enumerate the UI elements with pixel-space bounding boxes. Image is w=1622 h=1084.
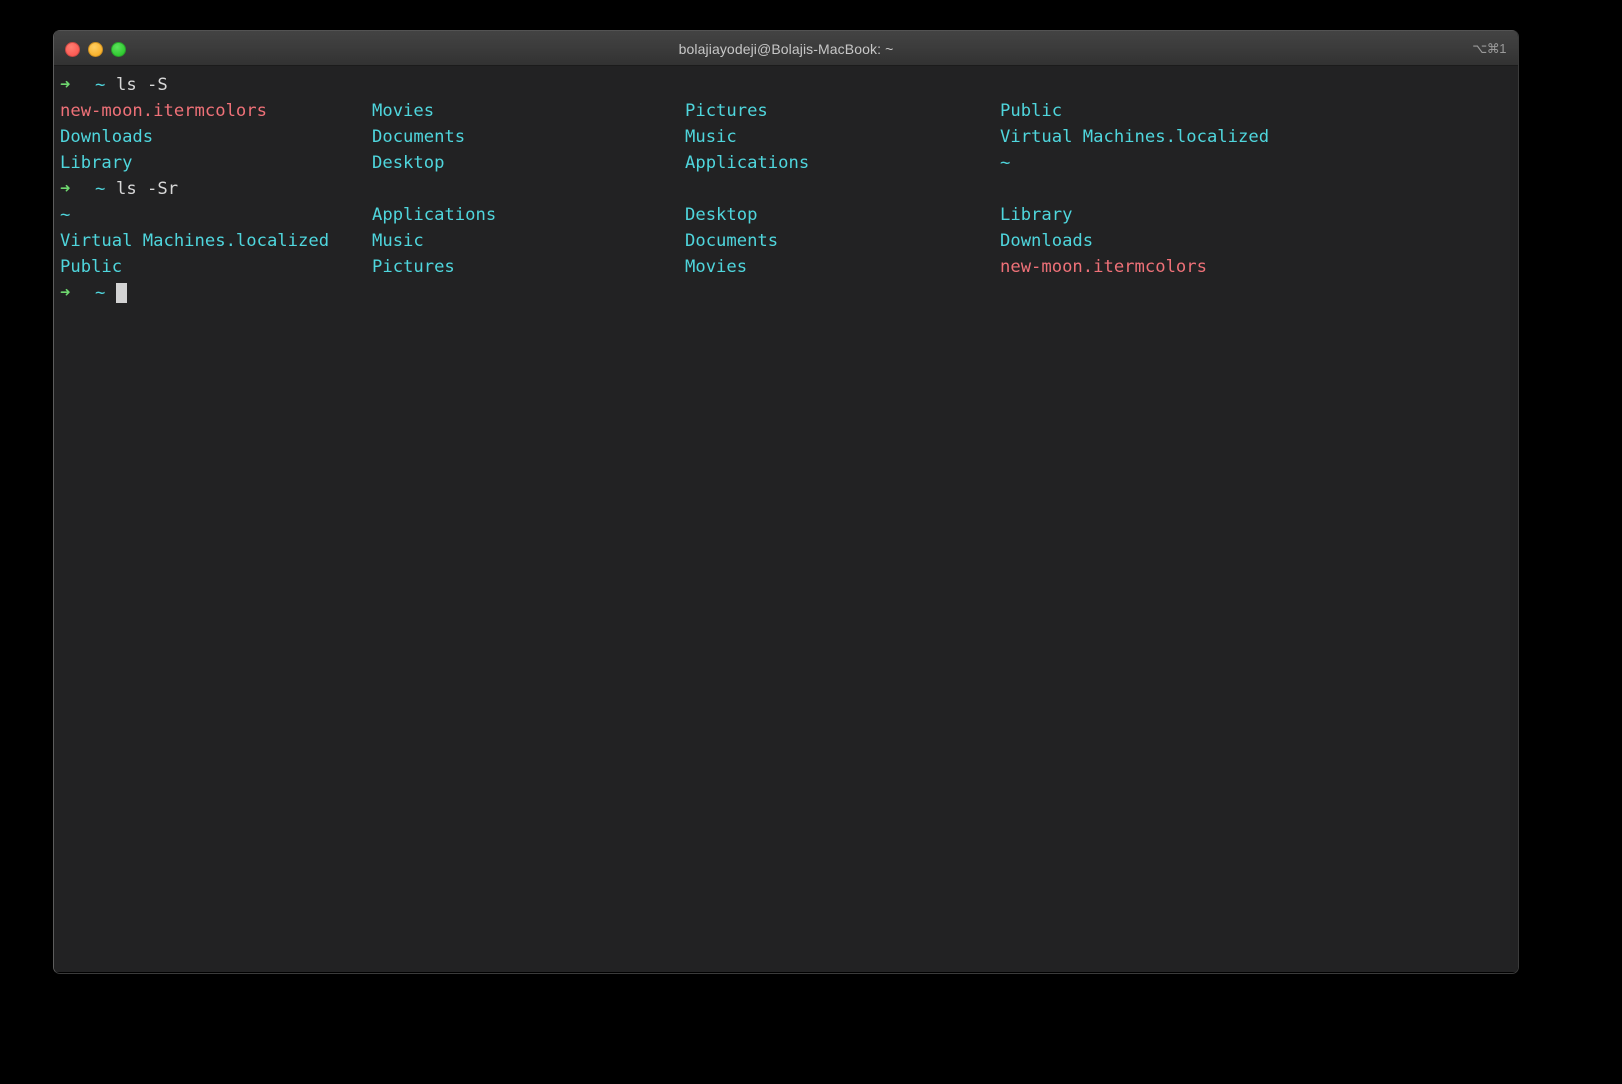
prompt-line[interactable]: ➜ ~ ls -S: [54, 72, 1518, 98]
directory-entry: Desktop: [685, 205, 758, 225]
prompt-arrow-icon: ➜: [60, 283, 71, 303]
traffic-light-group: [65, 42, 126, 57]
output-row: Virtual Machines.localized Music Documents…: [54, 228, 1518, 254]
terminal-window[interactable]: bolajiayodeji@Bolajis-MacBook: ~ ⌥⌘1 ➜ ~ l…: [53, 30, 1519, 974]
prompt-path: ~: [95, 283, 106, 303]
output-row: Library Desktop Applications ~: [54, 150, 1518, 176]
output-row: Public Pictures Movies new-moon.itermcolors: [54, 254, 1518, 280]
directory-entry: Music: [685, 127, 737, 147]
file-entry: new-moon.itermcolors: [60, 101, 267, 121]
directory-entry: Library: [1000, 205, 1073, 225]
directory-entry: Pictures: [685, 101, 768, 121]
prompt-line[interactable]: ➜ ~: [54, 280, 1518, 306]
directory-entry: Music: [372, 231, 424, 251]
prompt-line[interactable]: ➜ ~ ls -Sr: [54, 176, 1518, 202]
output-row: Downloads Documents Music Virtual Machines.…: [54, 124, 1518, 150]
file-entry: new-moon.itermcolors: [1000, 257, 1207, 277]
directory-entry: Virtual Machines.localized: [60, 231, 330, 251]
window-title: bolajiayodeji@Bolajis-MacBook: ~: [678, 41, 894, 57]
maximize-window-button[interactable]: [111, 42, 126, 57]
close-window-button[interactable]: [65, 42, 80, 57]
output-row: ~ Applications Desktop Library: [54, 202, 1518, 228]
directory-entry: Documents: [685, 231, 779, 251]
directory-entry: Documents: [372, 127, 466, 147]
prompt-arrow-icon: ➜: [60, 179, 71, 199]
prompt-path: ~: [95, 75, 106, 95]
titlebar[interactable]: bolajiayodeji@Bolajis-MacBook: ~ ⌥⌘1: [54, 30, 1518, 66]
directory-entry: Public: [1000, 101, 1063, 121]
directory-entry: Virtual Machines.localized: [1000, 127, 1270, 147]
output-row: new-moon.itermcolors Movies Pictures Public: [54, 98, 1518, 124]
terminal-body[interactable]: ➜ ~ ls -S new-moon.itermcolors Movies Picture…: [54, 66, 1518, 972]
directory-entry: Applications: [685, 153, 810, 173]
directory-entry: Applications: [372, 205, 497, 225]
directory-entry: ~: [1000, 153, 1011, 173]
command-text-1: ls -Sr: [116, 179, 179, 199]
directory-entry: Downloads: [1000, 231, 1094, 251]
minimize-window-button[interactable]: [88, 42, 103, 57]
text-cursor: [116, 283, 127, 303]
directory-entry: Desktop: [372, 153, 445, 173]
directory-entry: Movies: [372, 101, 435, 121]
directory-entry: ~: [60, 205, 71, 225]
directory-entry: Downloads: [60, 127, 154, 147]
command-text-0: ls -S: [116, 75, 168, 95]
directory-entry: Pictures: [372, 257, 455, 277]
directory-entry: Movies: [685, 257, 748, 277]
prompt-arrow-icon: ➜: [60, 75, 71, 95]
window-shortcut-hint: ⌥⌘1: [1472, 41, 1506, 56]
directory-entry: Library: [60, 153, 133, 173]
prompt-path: ~: [95, 179, 106, 199]
terminal-screen[interactable]: ➜ ~ ls -S new-moon.itermcolors Movies Picture…: [54, 72, 1518, 306]
directory-entry: Public: [60, 257, 123, 277]
